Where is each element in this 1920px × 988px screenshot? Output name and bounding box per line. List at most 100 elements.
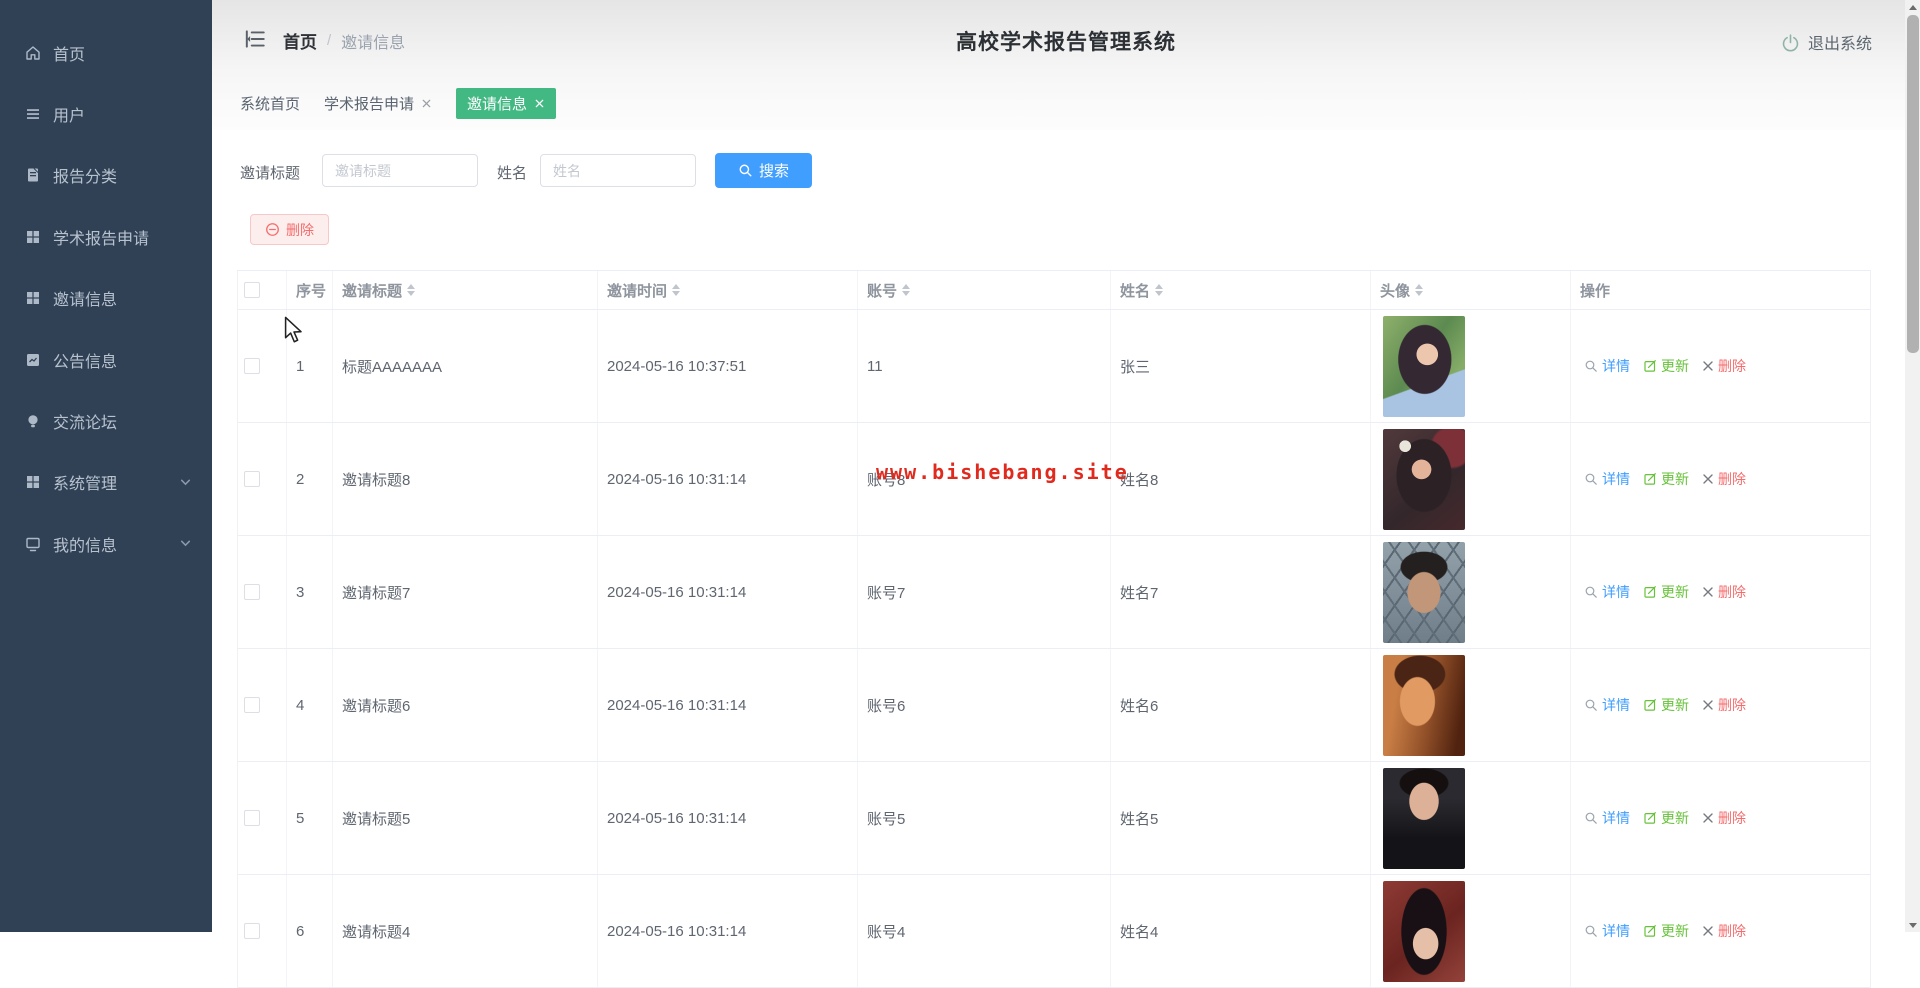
magnifier-icon — [1584, 585, 1598, 599]
name-input[interactable] — [540, 154, 696, 187]
edit-icon — [1643, 472, 1657, 486]
col-invite-time[interactable]: 邀请时间 — [598, 271, 858, 309]
cell-account: 11 — [858, 310, 1111, 422]
delete-action[interactable]: 删除 — [1702, 356, 1746, 376]
row-checkbox[interactable] — [244, 810, 260, 826]
delete-link[interactable]: 删除 — [1718, 356, 1746, 376]
row-checkbox[interactable] — [244, 584, 260, 600]
update-action[interactable]: 更新 — [1643, 808, 1689, 828]
scrollbar[interactable] — [1905, 0, 1920, 932]
sort-caret-icon[interactable] — [1415, 284, 1423, 296]
cell-invite-time: 2024-05-16 10:31:14 — [598, 762, 858, 874]
detail-link[interactable]: 详情 — [1602, 921, 1630, 941]
sort-caret-icon[interactable] — [672, 284, 680, 296]
update-link[interactable]: 更新 — [1661, 695, 1689, 715]
tab-close-icon[interactable] — [534, 98, 545, 109]
page-title: 高校学术报告管理系统 — [212, 26, 1920, 56]
delete-link[interactable]: 删除 — [1718, 695, 1746, 715]
cell-invite-time: 2024-05-16 10:31:14 — [598, 536, 858, 648]
chevron-down-icon — [179, 537, 192, 550]
delete-link[interactable]: 删除 — [1718, 469, 1746, 489]
sidebar-item[interactable]: 首页 — [0, 22, 212, 83]
sort-caret-icon[interactable] — [1155, 284, 1163, 296]
delete-link[interactable]: 删除 — [1718, 582, 1746, 602]
col-avatar[interactable]: 头像 — [1371, 271, 1571, 309]
update-action[interactable]: 更新 — [1643, 356, 1689, 376]
table-row: 4 邀请标题6 2024-05-16 10:31:14 账号6 姓名6 详情 — [238, 649, 1870, 762]
tab-bar: 系统首页 学术报告申请 邀请信息 — [240, 89, 556, 117]
row-checkbox[interactable] — [244, 471, 260, 487]
search-button[interactable]: 搜索 — [715, 153, 812, 188]
invite-title-input[interactable] — [322, 154, 478, 187]
scroll-down-icon[interactable] — [1905, 918, 1920, 932]
update-action[interactable]: 更新 — [1643, 695, 1689, 715]
row-checkbox[interactable] — [244, 923, 260, 939]
grid-icon — [24, 289, 42, 307]
tab[interactable]: 系统首页 — [240, 93, 300, 114]
sidebar-item[interactable]: 交流论坛 — [0, 390, 212, 451]
sidebar-item[interactable]: 报告分类 — [0, 145, 212, 206]
cell-index: 6 — [287, 875, 333, 987]
update-link[interactable]: 更新 — [1661, 808, 1689, 828]
detail-action[interactable]: 详情 — [1584, 808, 1630, 828]
cell-invite-time: 2024-05-16 10:31:14 — [598, 875, 858, 987]
sort-caret-icon[interactable] — [902, 284, 910, 296]
detail-link[interactable]: 详情 — [1602, 356, 1630, 376]
detail-action[interactable]: 详情 — [1584, 469, 1630, 489]
row-checkbox[interactable] — [244, 358, 260, 374]
update-link[interactable]: 更新 — [1661, 356, 1689, 376]
col-actions: 操作 — [1571, 271, 1870, 309]
cell-index: 4 — [287, 649, 333, 761]
delete-action[interactable]: 删除 — [1702, 695, 1746, 715]
scroll-up-icon[interactable] — [1905, 0, 1920, 14]
cell-account: 账号4 — [858, 875, 1111, 987]
update-link[interactable]: 更新 — [1661, 921, 1689, 941]
sort-caret-icon[interactable] — [407, 284, 415, 296]
bulk-delete-button[interactable]: 删除 — [250, 214, 329, 245]
delete-action[interactable]: 删除 — [1702, 808, 1746, 828]
detail-action[interactable]: 详情 — [1584, 356, 1630, 376]
col-account[interactable]: 账号 — [858, 271, 1111, 309]
sidebar-item[interactable]: 邀请信息 — [0, 268, 212, 329]
detail-link[interactable]: 详情 — [1602, 808, 1630, 828]
delete-action[interactable]: 删除 — [1702, 469, 1746, 489]
cell-name: 姓名5 — [1111, 762, 1371, 874]
update-link[interactable]: 更新 — [1661, 582, 1689, 602]
cell-invite-title: 标题AAAAAAA — [333, 310, 598, 422]
sidebar-item[interactable]: 用户 — [0, 83, 212, 144]
edit-icon — [1643, 585, 1657, 599]
cell-index: 5 — [287, 762, 333, 874]
row-checkbox[interactable] — [244, 697, 260, 713]
delete-action[interactable]: 删除 — [1702, 921, 1746, 941]
col-invite-title[interactable]: 邀请标题 — [333, 271, 598, 309]
col-name[interactable]: 姓名 — [1111, 271, 1371, 309]
update-action[interactable]: 更新 — [1643, 469, 1689, 489]
tab-close-icon[interactable] — [421, 98, 432, 109]
update-action[interactable]: 更新 — [1643, 582, 1689, 602]
select-all-checkbox[interactable] — [244, 282, 260, 298]
detail-link[interactable]: 详情 — [1602, 582, 1630, 602]
delete-action[interactable]: 删除 — [1702, 582, 1746, 602]
tab-label: 邀请信息 — [467, 93, 527, 114]
detail-action[interactable]: 详情 — [1584, 582, 1630, 602]
avatar — [1383, 429, 1465, 530]
scrollbar-thumb[interactable] — [1907, 15, 1919, 353]
delete-link[interactable]: 删除 — [1718, 808, 1746, 828]
detail-link[interactable]: 详情 — [1602, 469, 1630, 489]
sidebar-item[interactable]: 系统管理 — [0, 452, 212, 513]
sidebar-item-label: 首页 — [53, 41, 85, 65]
tab[interactable]: 邀请信息 — [456, 88, 556, 119]
avatar — [1383, 316, 1465, 417]
update-action[interactable]: 更新 — [1643, 921, 1689, 941]
tab[interactable]: 学术报告申请 — [324, 93, 432, 114]
delete-link[interactable]: 删除 — [1718, 921, 1746, 941]
update-link[interactable]: 更新 — [1661, 469, 1689, 489]
detail-action[interactable]: 详情 — [1584, 695, 1630, 715]
sidebar-item[interactable]: 学术报告申请 — [0, 206, 212, 267]
tab-label: 学术报告申请 — [324, 93, 414, 114]
detail-action[interactable]: 详情 — [1584, 921, 1630, 941]
sidebar-item[interactable]: 公告信息 — [0, 329, 212, 390]
sidebar-item[interactable]: 我的信息 — [0, 513, 212, 574]
logout-button[interactable]: 退出系统 — [1781, 30, 1872, 54]
detail-link[interactable]: 详情 — [1602, 695, 1630, 715]
